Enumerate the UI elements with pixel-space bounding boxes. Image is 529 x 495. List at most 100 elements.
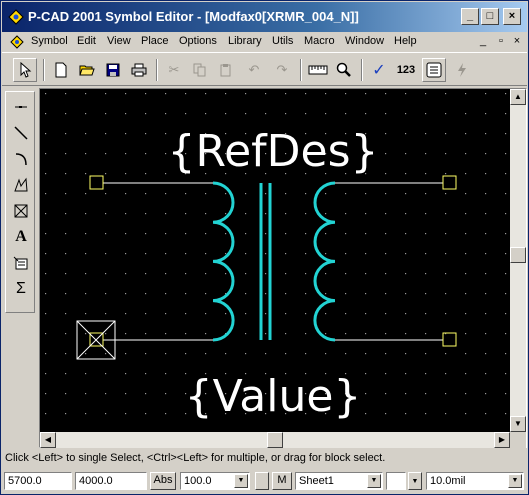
horizontal-scrollbar[interactable]: ◀ ▶ bbox=[40, 432, 510, 448]
line-width-dropdown-arrow-icon[interactable]: ▼ bbox=[508, 474, 522, 488]
undo-arrow-icon: ↶ bbox=[248, 62, 260, 77]
placement-toolbar: A Σ bbox=[5, 91, 35, 313]
document-system-icon[interactable] bbox=[10, 35, 24, 49]
validate-button[interactable]: ✓ bbox=[367, 58, 391, 82]
menu-options[interactable]: Options bbox=[179, 35, 217, 47]
menu-place[interactable]: Place bbox=[141, 35, 169, 47]
app-window: P-CAD 2001 Symbol Editor - [Modfax0[XRMR… bbox=[0, 0, 529, 495]
layer-dropdown-arrow-icon: ▼ bbox=[411, 478, 419, 485]
sheet-dropdown-arrow-icon[interactable]: ▼ bbox=[367, 474, 381, 488]
document-list-icon bbox=[426, 62, 442, 78]
menu-macro[interactable]: Macro bbox=[304, 35, 335, 47]
place-field-button[interactable] bbox=[10, 200, 32, 222]
attribute-tag-icon bbox=[13, 256, 28, 270]
zoom-combo[interactable]: 100.0 ▼ bbox=[180, 472, 250, 490]
y-coordinate-field[interactable]: 4000.0 bbox=[75, 472, 147, 490]
arc-icon bbox=[15, 153, 27, 166]
scrollbar-corner bbox=[510, 432, 526, 448]
close-button[interactable]: × bbox=[503, 8, 521, 25]
numbers-label: 123 bbox=[396, 64, 416, 76]
place-arc-button[interactable] bbox=[10, 148, 32, 170]
menu-utils[interactable]: Utils bbox=[272, 35, 293, 47]
layer-dropdown-button[interactable]: ▼ bbox=[408, 472, 422, 490]
cut-button[interactable]: ✂ bbox=[162, 58, 186, 82]
vertical-scroll-thumb[interactable] bbox=[510, 247, 526, 263]
refdes-attribute[interactable]: {RefDes} bbox=[167, 126, 378, 177]
grid-toggle-button[interactable] bbox=[255, 472, 269, 490]
open-button[interactable] bbox=[75, 58, 99, 82]
symbol-wizard-button[interactable] bbox=[422, 58, 446, 82]
print-button[interactable] bbox=[127, 58, 151, 82]
lightning-button[interactable] bbox=[450, 58, 474, 82]
place-line-button[interactable] bbox=[10, 122, 32, 144]
menu-window[interactable]: Window bbox=[345, 35, 384, 47]
abs-button[interactable]: Abs bbox=[150, 472, 176, 490]
new-button[interactable] bbox=[49, 58, 73, 82]
pcad-app-icon[interactable] bbox=[8, 9, 24, 25]
maximize-button[interactable]: □ bbox=[481, 8, 499, 25]
toolbar-separator bbox=[156, 59, 158, 81]
scroll-up-button[interactable]: ▲ bbox=[510, 89, 526, 105]
menu-library[interactable]: Library bbox=[228, 35, 262, 47]
toolbar-separator bbox=[43, 59, 45, 81]
mdi-close-button[interactable]: × bbox=[510, 35, 524, 47]
menu-view[interactable]: View bbox=[107, 35, 131, 47]
menu-symbol[interactable]: Symbol bbox=[31, 35, 68, 47]
menu-edit[interactable]: Edit bbox=[77, 35, 96, 47]
title-bar[interactable]: P-CAD 2001 Symbol Editor - [Modfax0[XRMR… bbox=[2, 2, 527, 32]
scroll-down-button[interactable]: ▼ bbox=[510, 416, 526, 432]
undo-button[interactable]: ↶ bbox=[242, 58, 266, 82]
minimize-button[interactable]: _ bbox=[461, 8, 479, 25]
line-width-combo[interactable]: 10.0mil ▼ bbox=[426, 472, 524, 490]
scroll-right-button[interactable]: ▶ bbox=[494, 432, 510, 448]
bottom-status-bar: 5700.0 4000.0 Abs 100.0 ▼ M Sheet1 ▼ ▼ 1… bbox=[2, 470, 527, 493]
mdi-minimize-button[interactable]: _ bbox=[476, 35, 490, 47]
place-pin-button[interactable] bbox=[10, 96, 32, 118]
line-width-value: 10.0mil bbox=[430, 475, 466, 487]
symbol-drawing[interactable]: {RefDes} {Value} bbox=[40, 89, 510, 432]
crossed-box-icon bbox=[14, 204, 28, 218]
place-text-button[interactable]: A bbox=[10, 226, 32, 248]
main-toolbar: ✂ ↶ ↷ ✓ 123 bbox=[2, 52, 527, 86]
sheet-combo[interactable]: Sheet1 ▼ bbox=[295, 472, 383, 490]
redo-arrow-icon: ↷ bbox=[276, 62, 288, 77]
pin-numbers-button[interactable]: 123 bbox=[394, 58, 418, 82]
x-coordinate-field[interactable]: 5700.0 bbox=[4, 472, 72, 490]
scroll-left-button[interactable]: ◀ bbox=[40, 432, 56, 448]
polygon-icon bbox=[14, 177, 28, 192]
new-document-icon bbox=[55, 62, 67, 78]
value-attribute[interactable]: {Value} bbox=[185, 371, 362, 422]
place-polygon-button[interactable] bbox=[10, 174, 32, 196]
vertical-scrollbar[interactable]: ▲ ▼ bbox=[510, 89, 526, 432]
place-sigma-button[interactable]: Σ bbox=[10, 278, 32, 300]
mdi-restore-button[interactable]: ▫ bbox=[494, 35, 508, 47]
layer-color-swatch[interactable] bbox=[386, 472, 406, 490]
text-a-icon: A bbox=[15, 228, 27, 245]
lightning-bolt-icon bbox=[458, 63, 466, 77]
status-message: Click <Left> to single Select, <Ctrl><Le… bbox=[5, 452, 386, 464]
zoom-dropdown-arrow-icon[interactable]: ▼ bbox=[234, 474, 248, 488]
checkmark-icon: ✓ bbox=[372, 62, 386, 79]
m-button[interactable]: M bbox=[272, 472, 292, 490]
pin-line-icon bbox=[15, 106, 27, 108]
sheet-value: Sheet1 bbox=[299, 475, 334, 487]
open-folder-icon bbox=[79, 65, 95, 76]
place-attribute-button[interactable] bbox=[10, 252, 32, 274]
copy-icon bbox=[193, 63, 206, 77]
measure-button[interactable] bbox=[306, 58, 330, 82]
horizontal-scroll-thumb[interactable] bbox=[267, 432, 283, 448]
toolbar-separator bbox=[300, 59, 302, 81]
floppy-disk-icon bbox=[106, 63, 120, 77]
select-tool-button[interactable] bbox=[13, 58, 37, 82]
symbol-canvas[interactable]: {RefDes} {Value} bbox=[40, 89, 510, 432]
copy-button[interactable] bbox=[188, 58, 212, 82]
save-button[interactable] bbox=[101, 58, 125, 82]
redo-button[interactable]: ↷ bbox=[270, 58, 294, 82]
menu-help[interactable]: Help bbox=[394, 35, 417, 47]
paste-button[interactable] bbox=[214, 58, 238, 82]
toolbar-separator bbox=[361, 59, 363, 81]
zoom-button[interactable] bbox=[332, 58, 356, 82]
diagonal-line-icon bbox=[14, 126, 28, 140]
cursor-arrow-icon bbox=[20, 62, 32, 78]
sigma-icon: Σ bbox=[16, 280, 26, 297]
